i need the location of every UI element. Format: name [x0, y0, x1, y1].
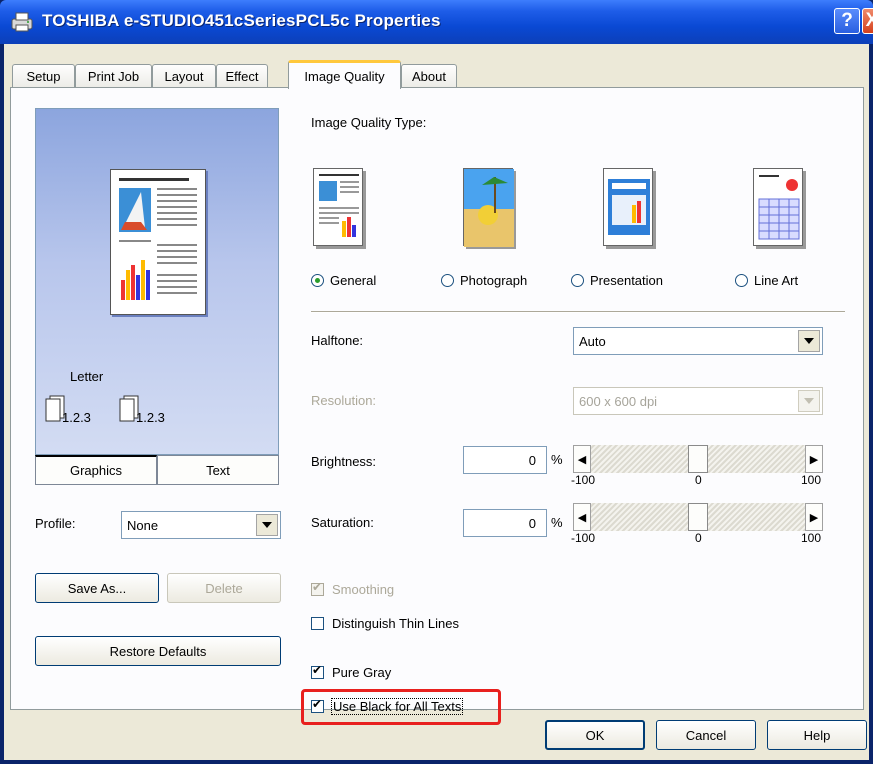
copy-order-label-2: 1.2.3 — [136, 410, 165, 425]
distinguish-thin-lines-indicator — [311, 617, 324, 630]
dialog-body: Setup Print Job Layout Effect Image Qual… — [4, 44, 869, 760]
text-button[interactable]: Text — [157, 455, 279, 485]
radio-photograph-indicator — [441, 274, 454, 287]
line-art-icon[interactable] — [753, 168, 803, 246]
text-button-label: Text — [206, 462, 230, 478]
profile-label: Profile: — [35, 516, 76, 531]
cancel-button[interactable]: Cancel — [656, 720, 756, 750]
tab-setup[interactable]: Setup — [12, 64, 75, 88]
presentation-icon[interactable] — [603, 168, 653, 246]
brightness-max-label: 100 — [801, 473, 822, 487]
halftone-value: Auto — [579, 334, 606, 349]
chevron-down-icon — [798, 330, 820, 352]
restore-defaults-button[interactable]: Restore Defaults — [35, 636, 281, 666]
saturation-left-arrow-icon[interactable]: ◀ — [573, 503, 591, 531]
radio-general-indicator — [311, 274, 324, 287]
saturation-mid-label: 0 — [695, 531, 702, 545]
title-bar[interactable]: TOSHIBA e-STUDIO451cSeriesPCL5c Properti… — [0, 0, 873, 44]
halftone-label: Halftone: — [311, 333, 364, 348]
photo-icon[interactable] — [463, 168, 514, 247]
tab-print-job[interactable]: Print Job — [75, 64, 152, 88]
help-button[interactable]: Help — [767, 720, 867, 750]
smoothing-label: Smoothing — [332, 582, 395, 597]
saturation-slider-thumb[interactable] — [688, 503, 708, 531]
radio-photograph-label: Photograph — [460, 273, 528, 288]
printer-icon — [11, 12, 33, 32]
radio-general[interactable]: General — [311, 273, 376, 288]
graphics-button[interactable]: Graphics — [35, 455, 157, 485]
distinguish-thin-lines-checkbox[interactable]: Distinguish Thin Lines — [311, 616, 459, 631]
radio-general-label: General — [330, 273, 377, 288]
tab-about[interactable]: About — [401, 64, 457, 88]
saturation-min-label: -100 — [571, 531, 596, 545]
smoothing-checkbox[interactable]: Smoothing — [311, 580, 395, 597]
saturation-unit: % — [551, 515, 563, 530]
save-as-button[interactable]: Save As... — [35, 573, 159, 603]
saturation-max-label: 100 — [801, 531, 822, 545]
tab-effect[interactable]: Effect — [216, 64, 268, 88]
tab-layout[interactable]: Layout — [152, 64, 216, 88]
title-help-button[interactable]: ? — [834, 8, 860, 34]
profile-value: None — [127, 518, 159, 533]
brightness-left-arrow-icon[interactable]: ◀ — [573, 445, 591, 473]
copy-order-label-1: 1.2.3 — [62, 410, 91, 425]
halftone-dropdown[interactable]: Auto — [573, 327, 823, 355]
smoothing-check-indicator — [311, 580, 324, 596]
window-title: TOSHIBA e-STUDIO451cSeriesPCL5c Properti… — [42, 11, 441, 30]
delete-button[interactable]: Delete — [167, 573, 281, 603]
tab-image-quality[interactable]: Image Quality — [288, 60, 401, 89]
radio-photograph[interactable]: Photograph — [441, 273, 527, 288]
section-divider — [311, 311, 845, 313]
pure-gray-checkbox[interactable]: Pure Gray — [311, 663, 392, 680]
radio-line-art[interactable]: Line Art — [735, 273, 798, 288]
brightness-input[interactable]: 0 — [463, 446, 547, 474]
page-preview: Letter 1.2.3 1.2.3 — [35, 108, 279, 455]
paper-size-label: Letter — [70, 369, 104, 384]
radio-line-art-label: Line Art — [754, 273, 799, 288]
chevron-down-icon — [798, 390, 820, 412]
properties-window: TOSHIBA e-STUDIO451cSeriesPCL5c Properti… — [0, 0, 873, 764]
ok-button[interactable]: OK — [545, 720, 645, 750]
chevron-down-icon — [256, 514, 278, 536]
resolution-value: 600 x 600 dpi — [579, 394, 658, 409]
radio-presentation-label: Presentation — [590, 273, 663, 288]
preview-paper-icon — [110, 169, 206, 315]
title-close-button[interactable]: X — [862, 8, 873, 34]
saturation-label: Saturation: — [311, 515, 374, 530]
saturation-right-arrow-icon[interactable]: ▶ — [805, 503, 823, 531]
brightness-slider-thumb[interactable] — [688, 445, 708, 473]
collated-copies-icon-2: 1.2.3 — [116, 394, 196, 425]
pure-gray-check-indicator — [311, 663, 324, 679]
distinguish-thin-lines-label: Distinguish Thin Lines — [332, 616, 459, 631]
brightness-mid-label: 0 — [695, 473, 702, 487]
brightness-min-label: -100 — [571, 473, 596, 487]
brightness-unit: % — [551, 452, 563, 467]
image-quality-panel: Letter 1.2.3 1.2.3 Graphics Text Profile… — [10, 87, 864, 725]
graphics-button-label: Graphics — [69, 463, 123, 478]
highlight-annotation — [301, 689, 501, 725]
radio-presentation[interactable]: Presentation — [571, 273, 663, 288]
general-doc-icon[interactable] — [313, 168, 363, 246]
image-quality-type-label: Image Quality Type: — [311, 115, 427, 130]
resolution-dropdown[interactable]: 600 x 600 dpi — [573, 387, 823, 415]
pure-gray-label: Pure Gray — [332, 665, 392, 680]
saturation-input[interactable]: 0 — [463, 509, 547, 537]
profile-dropdown[interactable]: None — [121, 511, 281, 539]
resolution-label: Resolution: — [311, 393, 377, 408]
radio-line-art-indicator — [735, 274, 748, 287]
saturation-value: 0 — [528, 516, 536, 531]
radio-presentation-indicator — [571, 274, 584, 287]
brightness-right-arrow-icon[interactable]: ▶ — [805, 445, 823, 473]
brightness-label: Brightness: — [311, 454, 377, 469]
brightness-value: 0 — [528, 453, 536, 468]
collated-copies-icon: 1.2.3 — [42, 394, 122, 425]
